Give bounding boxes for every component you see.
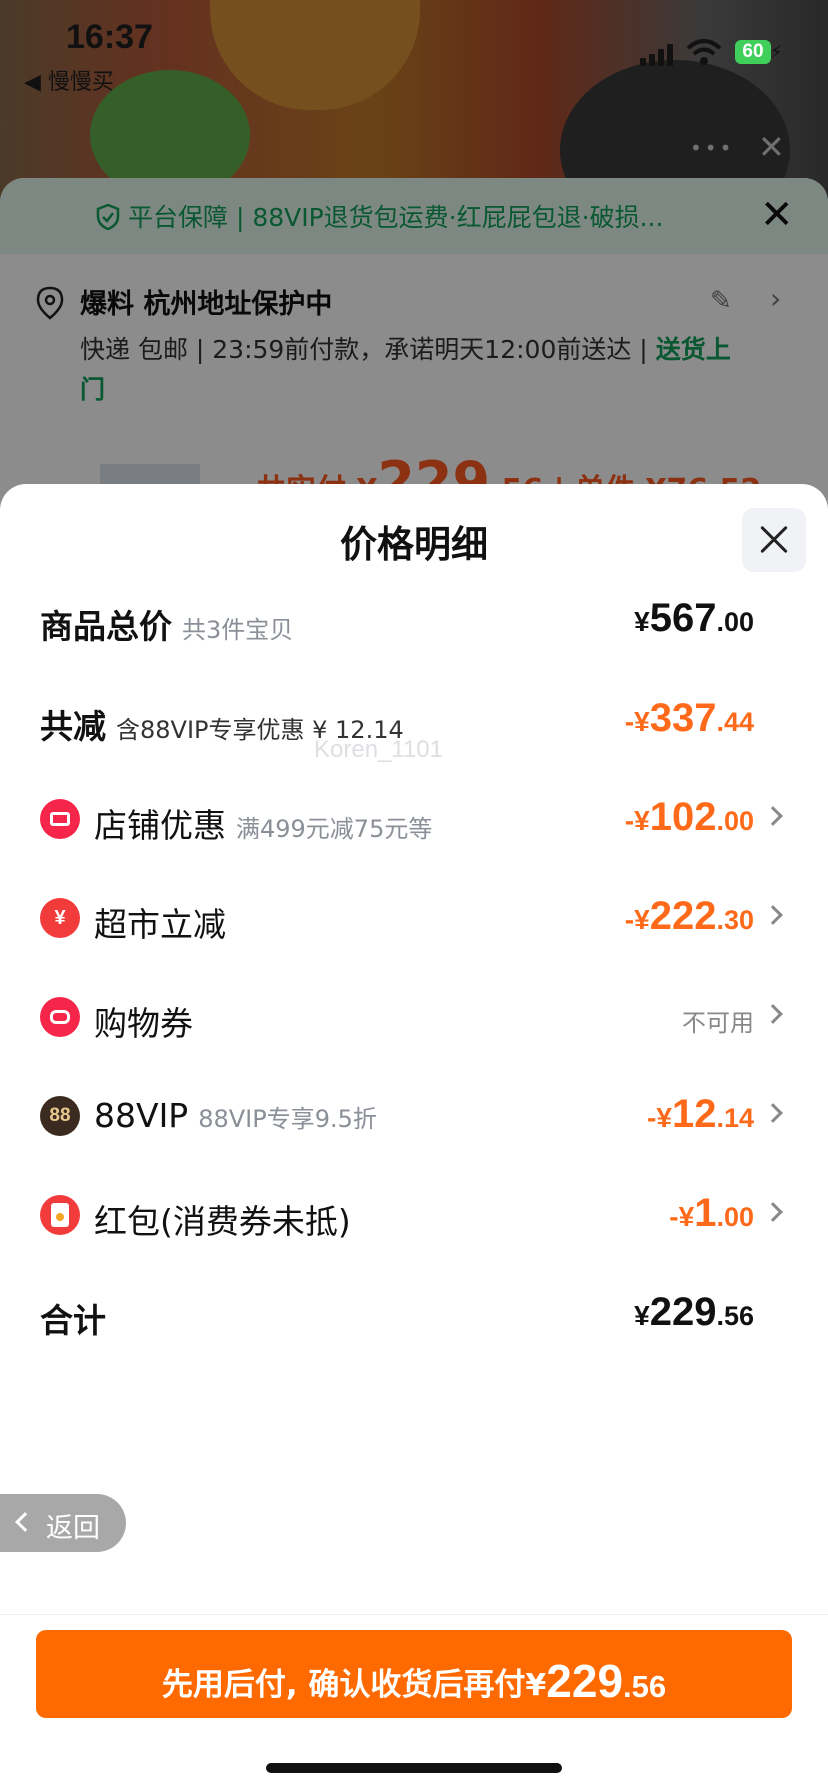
row-sub: 共3件宝贝 xyxy=(182,616,294,644)
row-label: 红包(消费券未抵) xyxy=(94,1195,351,1243)
row-total-discount: 共减 含88VIP专享优惠 ¥ 12.14 -¥337.44 xyxy=(0,690,828,750)
row-amount: ¥567.00 xyxy=(634,596,754,641)
close-button[interactable] xyxy=(742,508,806,572)
wifi-icon xyxy=(686,39,722,65)
row-label: 购物券 xyxy=(94,997,193,1045)
amount-dec: .14 xyxy=(716,1103,754,1133)
row-store-discount[interactable]: 店铺优惠 满499元减75元等 -¥102.00 xyxy=(0,789,828,849)
chevron-right-icon[interactable] xyxy=(763,905,783,925)
back-label: 返回 xyxy=(46,1513,100,1544)
price-details-sheet: 价格明细 Koren_1101 商品总价 共3件宝贝 ¥567.00 共减 含88V… xyxy=(0,484,828,1792)
chevron-right-icon[interactable] xyxy=(763,1004,783,1024)
store-coupon-icon xyxy=(40,799,80,839)
amount-currency: -¥ xyxy=(624,805,650,836)
amount-currency: -¥ xyxy=(669,1201,695,1232)
row-amount: -¥102.00 xyxy=(625,795,754,840)
pay-button-int: 229 xyxy=(546,1655,624,1707)
amount-int: 229 xyxy=(649,1290,717,1334)
row-grand-total: 合计 ¥229.56 xyxy=(0,1284,828,1344)
row-label: 合计 xyxy=(40,1294,106,1342)
amount-dec: .00 xyxy=(716,806,754,836)
amount-currency: ¥ xyxy=(634,606,650,637)
label-text: 红包(消费券未抵) xyxy=(94,1202,351,1241)
row-amount: ¥229.56 xyxy=(634,1290,754,1335)
chevron-right-icon[interactable] xyxy=(763,806,783,826)
amount-currency: -¥ xyxy=(624,706,650,737)
row-sub: 88VIP专享9.5折 xyxy=(198,1105,377,1133)
row-label: 商品总价 共3件宝贝 xyxy=(40,600,293,648)
home-indicator[interactable] xyxy=(266,1763,562,1773)
pay-later-button[interactable]: 先用后付, 确认收货后再付¥229.56 xyxy=(36,1630,792,1718)
ticket-icon xyxy=(40,997,80,1037)
row-shopping-voucher[interactable]: 购物券 不可用 xyxy=(0,987,828,1047)
label-text: 购物券 xyxy=(94,1004,193,1043)
label-text: 店铺优惠 xyxy=(94,806,226,845)
label-text: 合计 xyxy=(40,1301,106,1340)
vip-88-icon: 88 xyxy=(40,1096,80,1136)
row-amount: -¥222.30 xyxy=(625,894,754,939)
amount-dec: .00 xyxy=(716,1202,754,1232)
unavailable-status: 不可用 xyxy=(682,1009,754,1037)
row-sub: 满499元减75元等 xyxy=(236,815,433,843)
back-button[interactable]: 返回 xyxy=(0,1494,126,1552)
label-text: 共减 xyxy=(40,707,106,746)
row-amount: -¥1.00 xyxy=(669,1191,754,1236)
pay-button-currency: ¥ xyxy=(525,1668,547,1703)
amount-currency: ¥ xyxy=(634,1300,650,1331)
amount-int: 12 xyxy=(671,1092,717,1136)
chevron-right-icon[interactable] xyxy=(763,1103,783,1123)
amount-int: 222 xyxy=(649,894,717,938)
chevron-right-icon[interactable] xyxy=(763,1202,783,1222)
amount-currency: -¥ xyxy=(647,1102,672,1133)
amount-dec: .44 xyxy=(716,707,754,737)
row-supermarket-discount[interactable]: ¥ 超市立减 -¥222.30 xyxy=(0,888,828,948)
amount-dec: .56 xyxy=(716,1301,754,1331)
row-sub: 含88VIP专享优惠 ¥ 12.14 xyxy=(116,716,404,744)
row-label: 店铺优惠 满499元减75元等 xyxy=(94,799,432,847)
row-88vip[interactable]: 88 88VIP 88VIP专享9.5折 -¥12.14 xyxy=(0,1086,828,1146)
row-label: 88VIP 88VIP专享9.5折 xyxy=(94,1096,377,1135)
amount-int: 567 xyxy=(649,596,717,640)
amount-currency: -¥ xyxy=(624,904,650,935)
yen-coin-icon: ¥ xyxy=(40,898,80,938)
row-total-price: 商品总价 共3件宝贝 ¥567.00 xyxy=(0,590,828,650)
row-label: 超市立减 xyxy=(94,898,226,946)
row-label: 共减 含88VIP专享优惠 ¥ 12.14 xyxy=(40,700,404,748)
red-packet-icon xyxy=(40,1195,80,1235)
amount-dec: .30 xyxy=(716,905,754,935)
amount-int: 102 xyxy=(649,795,717,839)
row-amount: -¥12.14 xyxy=(647,1092,754,1137)
status-bar: 16:37 ◀ 慢慢买 60 ⚡ xyxy=(0,0,828,100)
row-amount: -¥337.44 xyxy=(625,696,754,741)
status-time: 16:37 xyxy=(66,18,153,56)
pay-button-dec: .56 xyxy=(623,1669,667,1704)
label-text: 超市立减 xyxy=(94,905,226,944)
divider xyxy=(0,1614,828,1615)
battery-icon: 60 xyxy=(735,40,771,64)
pay-button-text: 先用后付, 确认收货后再付 xyxy=(161,1667,526,1703)
charging-icon: ⚡ xyxy=(770,42,783,63)
back-to-app-link[interactable]: ◀ 慢慢买 xyxy=(24,64,114,96)
amount-int: 1 xyxy=(694,1191,717,1235)
sheet-title: 价格明细 xyxy=(340,523,488,566)
amount-int: 337 xyxy=(649,696,717,740)
row-red-packet[interactable]: 红包(消费券未抵) -¥1.00 xyxy=(0,1185,828,1245)
label-text: 88VIP xyxy=(94,1096,189,1135)
signal-icon xyxy=(640,44,674,66)
amount-dec: .00 xyxy=(716,607,754,637)
label-text: 商品总价 xyxy=(40,607,172,646)
chevron-left-icon xyxy=(15,1512,35,1532)
